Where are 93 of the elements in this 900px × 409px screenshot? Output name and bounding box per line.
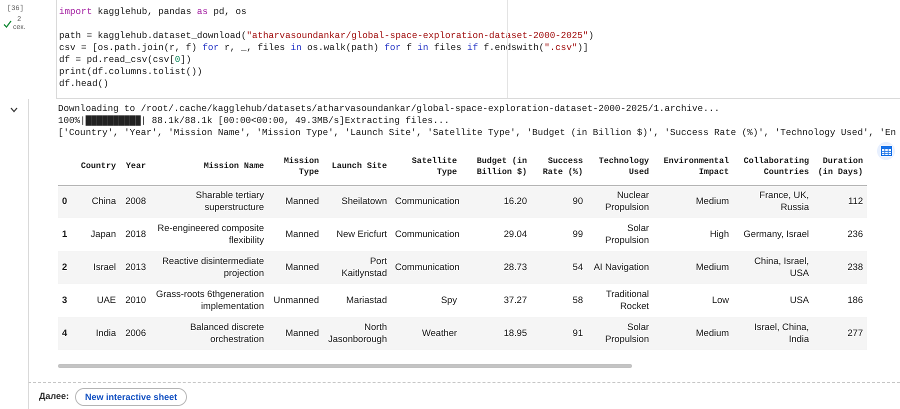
table-view-button[interactable]: [877, 142, 895, 160]
table-cell: 2013: [120, 251, 150, 284]
table-cell: 54: [531, 251, 587, 284]
table-cell: 2006: [120, 317, 150, 350]
code-line: import kagglehub, pandas as pd, os: [59, 6, 246, 18]
table-cell: Low: [653, 284, 733, 317]
table-cell: Solar Propulsion: [587, 317, 653, 350]
table-cell: 18.95: [461, 317, 531, 350]
table-cell: 2008: [120, 185, 150, 218]
table-cell: 112: [813, 185, 867, 218]
table-cell: Reactive disintermediate projection: [150, 251, 268, 284]
table-cell: North Jasonborough: [323, 317, 391, 350]
table-cell: 2018: [120, 218, 150, 251]
table-cell: Japan: [75, 218, 120, 251]
code-line: df = pd.read_csv(csv[0]): [59, 54, 192, 66]
table-cell: Spy: [391, 284, 461, 317]
column-header: Technology Used: [587, 149, 653, 185]
column-header: Satellite Type: [391, 149, 461, 185]
row-index: 0: [58, 185, 75, 218]
table-cell: Israel: [75, 251, 120, 284]
table-cell: 99: [531, 218, 587, 251]
column-header: Success Rate (%): [531, 149, 587, 185]
table-cell: 277: [813, 317, 867, 350]
column-header: Mission Type: [268, 149, 323, 185]
table-cell: Germany, Israel: [733, 218, 813, 251]
table-cell: Manned: [268, 218, 323, 251]
table-cell: 238: [813, 251, 867, 284]
table-cell: Communication: [391, 251, 461, 284]
table-cell: Solar Propulsion: [587, 218, 653, 251]
code-line: print(df.columns.tolist()): [59, 66, 202, 78]
column-header: Year: [120, 149, 150, 185]
table-icon: [880, 146, 892, 156]
table-cell: Unmanned: [268, 284, 323, 317]
table-cell: Balanced discrete orchestration: [150, 317, 268, 350]
collapse-chevron-icon[interactable]: [10, 107, 18, 113]
table-cell: Communication: [391, 218, 461, 251]
table-cell: 16.20: [461, 185, 531, 218]
table-cell: 186: [813, 284, 867, 317]
table-cell: Mariastad: [323, 284, 391, 317]
table-cell: Sheilatown: [323, 185, 391, 218]
column-header: Country: [75, 149, 120, 185]
new-interactive-sheet-button[interactable]: New interactive sheet: [75, 388, 188, 406]
table-cell: Re-engineered composite flexibility: [150, 218, 268, 251]
column-header: Collaborating Countries: [733, 149, 813, 185]
column-header: Mission Name: [150, 149, 268, 185]
table-cell: Manned: [268, 317, 323, 350]
table-cell: 29.04: [461, 218, 531, 251]
table-cell: Israel, China, India: [733, 317, 813, 350]
table-cell: 58: [531, 284, 587, 317]
horizontal-scrollbar[interactable]: [58, 364, 632, 368]
output-line: 100%|██████████| 88.1k/88.1k [00:00<00:00, 49.3MB/s]Extracting files...: [58, 115, 450, 127]
column-header: Environmental Impact: [653, 149, 733, 185]
table-cell: High: [653, 218, 733, 251]
output-line: ['Country', 'Year', 'Mission Name', 'Mission Type', 'Launch Site', 'Satellite Type', 'Budget (in Billion $)', 'Success Rate (%)', 'Technology Used', 'En: [58, 127, 896, 139]
table-cell: Weather: [391, 317, 461, 350]
table-cell: UAE: [75, 284, 120, 317]
table-cell: China: [75, 185, 120, 218]
table-cell: 90: [531, 185, 587, 218]
table-cell: Manned: [268, 251, 323, 284]
table-cell: 37.27: [461, 284, 531, 317]
table-cell: 28.73: [461, 251, 531, 284]
column-header: Duration (in Days): [813, 149, 867, 185]
column-header: Launch Site: [323, 149, 391, 185]
output-line: Downloading to /root/.cache/kagglehub/datasets/atharvasoundankar/global-space-exploration-dataset-2000-2025/1.archive...: [58, 103, 720, 115]
code-line: df.head(): [59, 78, 109, 90]
table-cell: Grass-roots 6thgeneration implementation: [150, 284, 268, 317]
table-cell: 2010: [120, 284, 150, 317]
table-cell: 91: [531, 317, 587, 350]
table-cell: Traditional Rocket: [587, 284, 653, 317]
table-cell: Port Kaitlynstad: [323, 251, 391, 284]
table-cell: AI Navigation: [587, 251, 653, 284]
table-cell: Nuclear Propulsion: [587, 185, 653, 218]
check-icon: [3, 20, 12, 28]
code-line: csv = [os.path.join(r, f) for r, _, files in os.walk(path) for f in files if f.endswith(".csv")]: [59, 42, 588, 54]
table-cell: China, Israel, USA: [733, 251, 813, 284]
table-cell: 236: [813, 218, 867, 251]
table-cell: Medium: [653, 251, 733, 284]
table-cell: USA: [733, 284, 813, 317]
table-cell: Medium: [653, 185, 733, 218]
row-index: 4: [58, 317, 75, 350]
table-cell: Sharable tertiary superstructure: [150, 185, 268, 218]
column-header: Budget (in Billion $): [461, 149, 531, 185]
row-index: 3: [58, 284, 75, 317]
table-cell: New Ericfurt: [323, 218, 391, 251]
table-cell: Communication: [391, 185, 461, 218]
row-index: 1: [58, 218, 75, 251]
row-index: 2: [58, 251, 75, 284]
code-line: path = kagglehub.dataset_download("atharvasoundankar/global-space-exploration-dataset-2000-2025"): [59, 30, 594, 42]
table-cell: Manned: [268, 185, 323, 218]
table-cell: Medium: [653, 317, 733, 350]
next-steps-label: Далее:: [39, 391, 70, 401]
table-cell: France, UK, Russia: [733, 185, 813, 218]
table-cell: India: [75, 317, 120, 350]
